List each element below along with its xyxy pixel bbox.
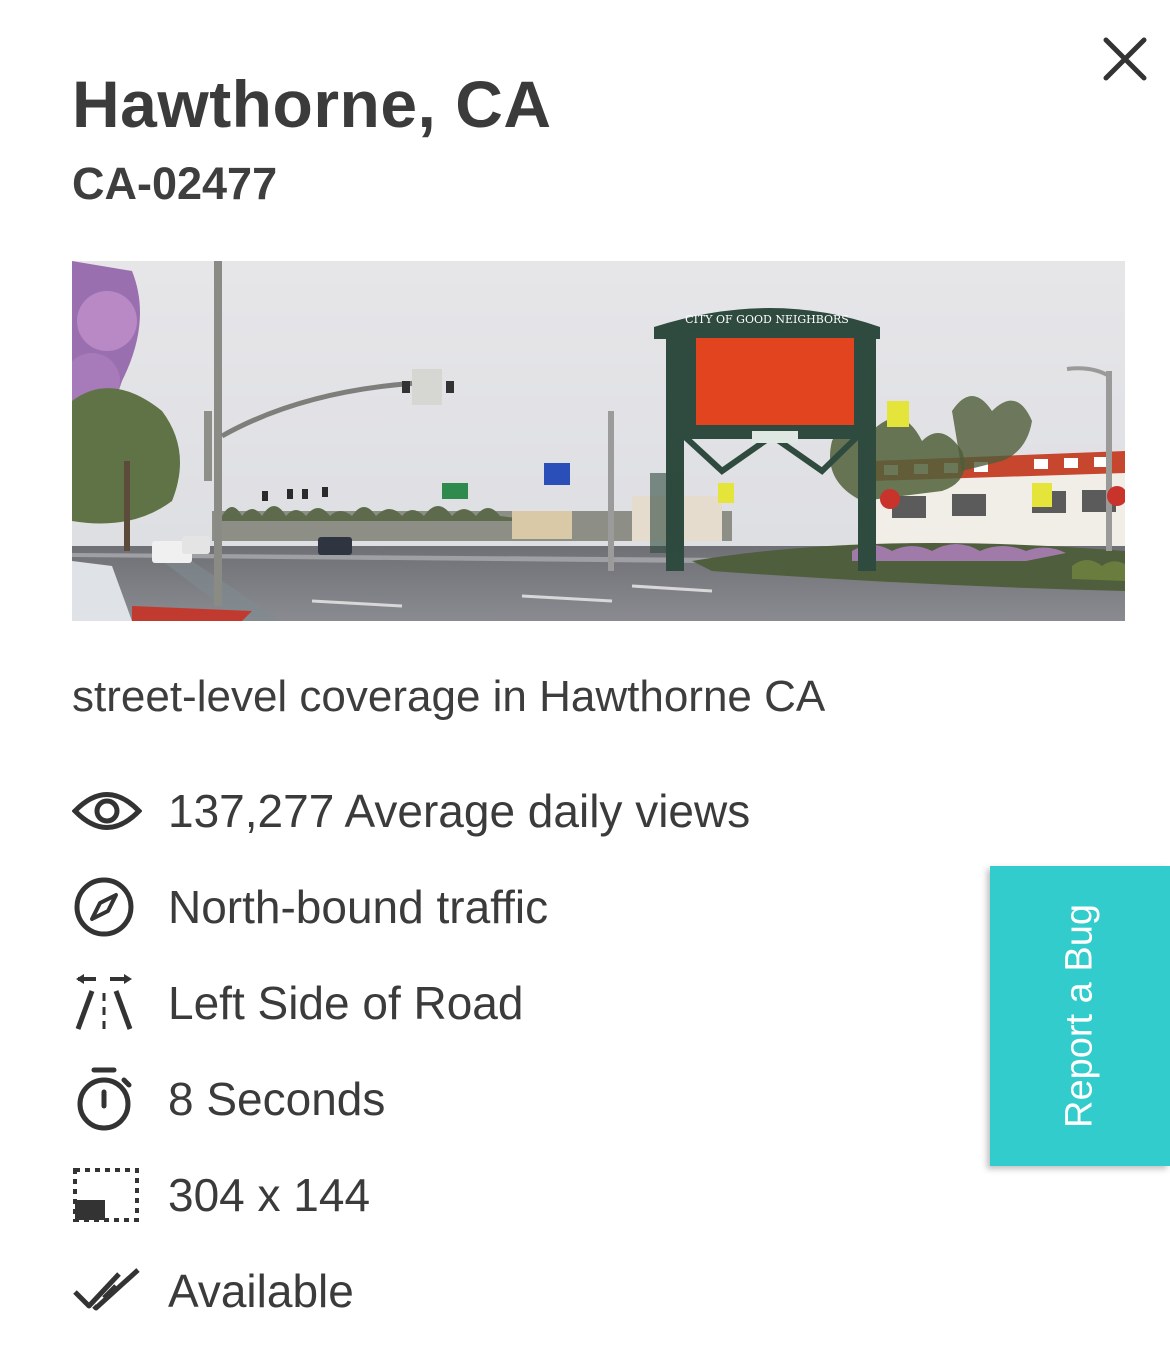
stopwatch-icon [72,1064,144,1134]
billboard-photo: CITY OF GOOD NEIGHBORS [72,261,1125,621]
stat-views-text: 137,277 Average daily views [168,785,751,837]
listing-detail-panel: Hawthorne, CA CA-02477 CITY OF GOOD NEIG… [0,0,1170,1349]
location-code: CA-02477 [72,158,278,209]
listing-description: street-level coverage in Hawthorne CA [72,672,826,721]
stat-direction: North-bound traffic [72,872,548,942]
close-icon [1103,37,1147,81]
report-bug-label: Report a Bug [1058,904,1101,1128]
svg-text:CITY OF GOOD NEIGHBORS: CITY OF GOOD NEIGHBORS [685,313,849,326]
billboard-display [696,338,854,425]
report-bug-button[interactable]: Report a Bug [990,866,1170,1166]
close-button[interactable] [1096,30,1154,88]
stat-availability-text: Available [168,1265,354,1317]
dimensions-icon [72,1160,144,1230]
stat-views: 137,277 Average daily views [72,776,750,846]
stat-side: Left Side of Road [72,968,523,1038]
stat-size: 304 x 144 [72,1160,370,1230]
compass-icon [72,872,144,942]
stat-availability: Available [72,1256,354,1326]
road-side-icon [72,968,144,1038]
eye-icon [72,776,144,846]
double-check-icon [72,1256,144,1326]
stat-side-text: Left Side of Road [168,977,524,1029]
stat-duration-text: 8 Seconds [168,1073,386,1125]
page-title: Hawthorne, CA [72,67,552,141]
stat-size-text: 304 x 144 [168,1169,371,1221]
stat-duration: 8 Seconds [72,1064,385,1134]
stat-direction-text: North-bound traffic [168,881,549,933]
